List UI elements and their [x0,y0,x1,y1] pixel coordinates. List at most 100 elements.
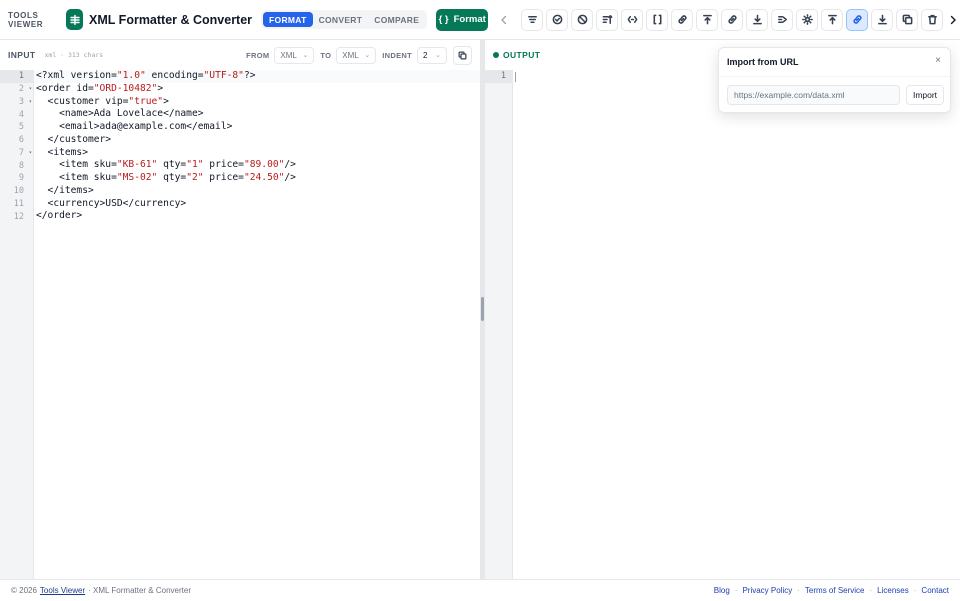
mode-tab-format[interactable]: FORMAT [263,12,313,27]
from-label: FROM [246,50,270,60]
validate-icon [552,14,562,25]
mode-tab-compare[interactable]: COMPARE [368,12,425,27]
indent-value: 2 [423,50,428,60]
download-button[interactable] [746,8,769,31]
import-url-button[interactable] [846,8,869,31]
minify-button[interactable] [521,8,544,31]
input-options: FROM XML ⌄ TO XML ⌄ INDENT 2 ⌄ [240,40,480,70]
input-label: INPUT [8,50,36,60]
save-button[interactable] [871,8,894,31]
line-number: 7 ▾ [18,147,32,158]
import-url-icon [852,15,862,24]
link-button[interactable] [671,8,694,31]
code-line: </order> [36,210,83,222]
footer-separator: · [734,586,738,595]
brand-label: TOOLS VIEWER [8,10,44,29]
sort-button[interactable] [596,8,619,31]
to-format-select[interactable]: XML ⌄ [336,46,377,64]
copy-icon [458,51,467,59]
line-number-gutter: 1 2 ▾ 3 ▾ 4 5 6 7 ▾ 8 9 10 11 12 [0,70,34,579]
clear-icon [577,14,587,25]
code-line: <customer vip="true"> [36,95,169,107]
footer-link-contact[interactable]: Contact [921,586,949,595]
footer: © 2026 Tools Viewer · XML Formatter & Co… [0,579,960,601]
chevron-down-icon: ⌄ [302,52,309,59]
output-editor[interactable]: 1 [485,70,960,579]
delete-icon [927,14,937,25]
braces-icon: { } [438,14,449,25]
chevron-left-icon [500,15,506,24]
upload-button[interactable] [696,8,719,31]
mode-tab-convert[interactable]: CONVERT [313,12,369,27]
indent-label: INDENT [382,50,412,60]
output-label: OUTPUT [503,50,541,60]
import-button[interactable]: Import [906,85,944,105]
copy-icon [902,14,912,25]
upload-icon [702,14,712,25]
toolbar-scroll-right-button[interactable] [946,9,960,31]
format-button[interactable]: { } Format [436,8,489,31]
line-number: 4 [18,109,24,120]
url-input[interactable] [727,85,900,105]
divider [719,76,950,77]
fold-toggle-icon[interactable]: ▾ [29,150,32,156]
code-line: <item sku="KB-61" qty="1" price="89.00"/… [36,159,296,171]
line-number: 6 [18,135,24,146]
line-number: 1 [0,70,34,83]
fold-toggle-icon[interactable]: ▾ [29,99,32,105]
from-format-select[interactable]: XML ⌄ [274,46,315,64]
collapse-button[interactable] [621,8,644,31]
share-link-icon [727,15,737,24]
clear-button[interactable] [571,8,594,31]
sort-icon [602,15,612,24]
popover-title: Import from URL [727,57,799,67]
import-url-popover: Import from URL × Import [718,47,951,113]
copy-input-button[interactable] [453,45,472,65]
status-dot-icon [493,52,499,58]
delete-button[interactable] [921,8,944,31]
footer-link-licenses[interactable]: Licenses [877,586,909,595]
validate-button[interactable] [546,8,569,31]
toolbar-scroll-left-button[interactable] [497,9,510,31]
copy-output-button[interactable] [896,8,919,31]
footer-link-privacy[interactable]: Privacy Policy [742,586,792,595]
brackets-button[interactable] [646,8,669,31]
save-icon [877,14,887,25]
send-icon [777,15,787,24]
splitter-grip-icon[interactable] [481,297,484,321]
code-line: <name>Ada Lovelace</name> [36,108,204,120]
code-line: <item sku="MS-02" qty="2" price="24.50"/… [36,172,296,183]
fold-toggle-icon[interactable]: ▾ [29,86,32,92]
link-icon [677,15,687,24]
line-number: 8 [18,160,24,171]
footer-link-blog[interactable]: Blog [714,586,730,595]
footer-link-terms[interactable]: Terms of Service [805,586,865,595]
indent-select[interactable]: 2 ⌄ [417,46,447,64]
input-editor[interactable]: 1 2 ▾ 3 ▾ 4 5 6 7 ▾ 8 9 10 11 12 <?xml version="1.0" e… [0,70,480,579]
line-number: 9 [18,173,24,184]
footer-separator: · [869,586,873,595]
chevron-down-icon: ⌄ [364,52,371,59]
line-number: 12 [13,211,24,222]
footer-separator: · [797,586,800,595]
code-line: <currency>USD</currency> [36,197,187,209]
share-link-button[interactable] [721,8,744,31]
code-line: <order id="ORD-10482"> [36,82,164,94]
text-caret [515,72,516,82]
line-number: 5 [18,122,24,133]
theme-button[interactable] [796,8,819,31]
to-format-value: XML [342,50,359,60]
line-number: 11 [13,198,24,209]
app-title: XML Formatter & Converter [89,12,253,27]
export-button[interactable] [821,8,844,31]
code-line: <items> [36,146,88,158]
tools-viewer-link[interactable]: Tools Viewer [40,586,85,595]
format-button-label: Format [453,14,486,25]
theme-icon [801,14,813,25]
code-line: </items> [36,184,94,196]
close-icon[interactable]: × [935,55,941,66]
footer-separator: · [913,586,917,595]
send-button[interactable] [771,8,794,31]
mode-switcher: FORMAT CONVERT COMPARE [261,10,428,29]
code-line: </customer> [36,133,112,145]
